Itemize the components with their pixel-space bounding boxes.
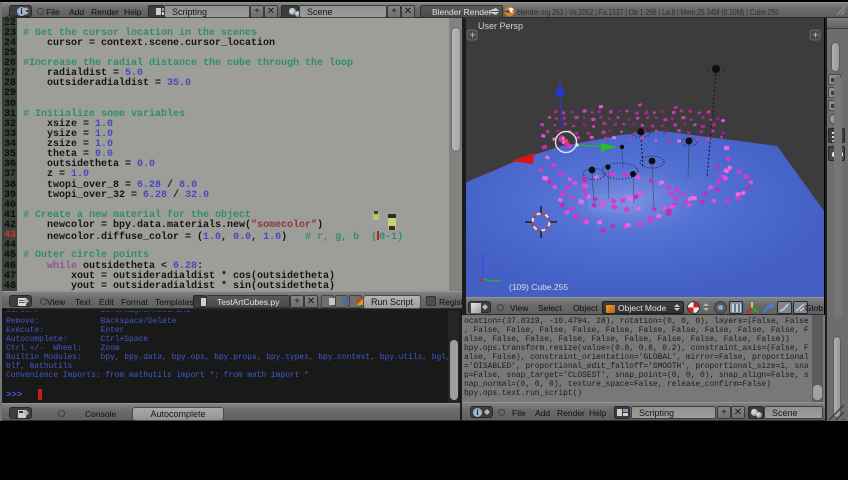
svg-text:(109) Cube.255: (109) Cube.255 bbox=[509, 282, 568, 292]
svg-text:+: + bbox=[470, 31, 476, 42]
svg-text:+: + bbox=[813, 31, 819, 42]
svg-text:User Persp: User Persp bbox=[478, 21, 523, 31]
